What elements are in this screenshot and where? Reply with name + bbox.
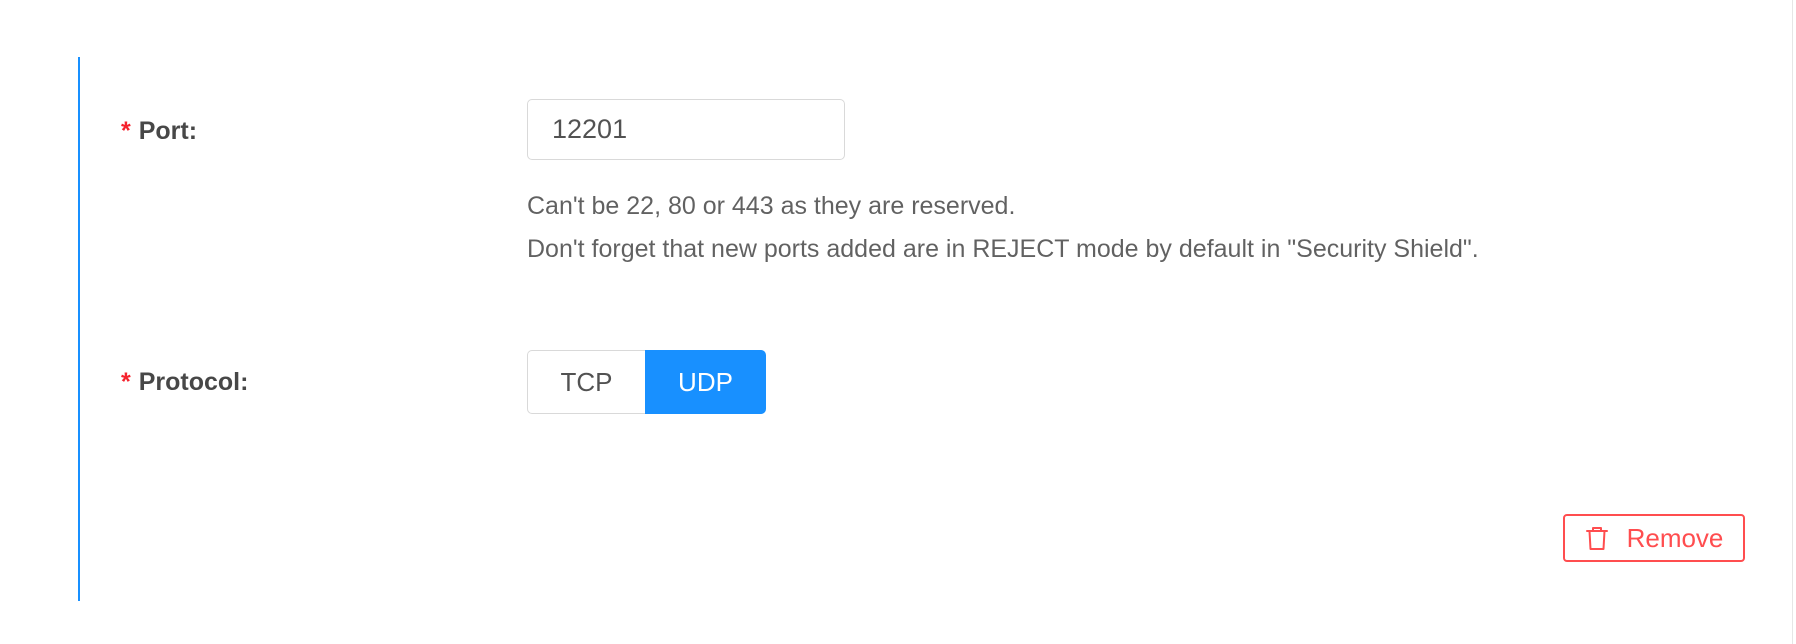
protocol-option-udp[interactable]: UDP [645, 350, 766, 414]
remove-label: Remove [1626, 522, 1724, 553]
remove-button[interactable]: Remove [1563, 514, 1745, 562]
rule-accent-bar [78, 57, 80, 601]
port-label: * Port: [121, 116, 197, 146]
protocol-option-tcp[interactable]: TCP [527, 350, 645, 414]
port-input[interactable] [527, 99, 845, 160]
required-mark: * [121, 117, 131, 145]
port-rule-form: *Port: Can't be 22, 80 or 443 as they ar… [0, 0, 1796, 644]
scroll-edge [1792, 0, 1793, 644]
protocol-label-text: Protocol: [138, 368, 249, 396]
port-help-reserved: Can't be 22, 80 or 443 as they are reser… [527, 192, 1016, 220]
required-mark: * [121, 368, 131, 396]
port-help-reject: Don't forget that new ports added are in… [527, 235, 1479, 263]
protocol-label: * Protocol: [121, 367, 248, 397]
protocol-radio-group: TCP UDP [527, 350, 766, 414]
trash-icon [1585, 525, 1609, 551]
port-label-text: Port: [138, 117, 198, 145]
